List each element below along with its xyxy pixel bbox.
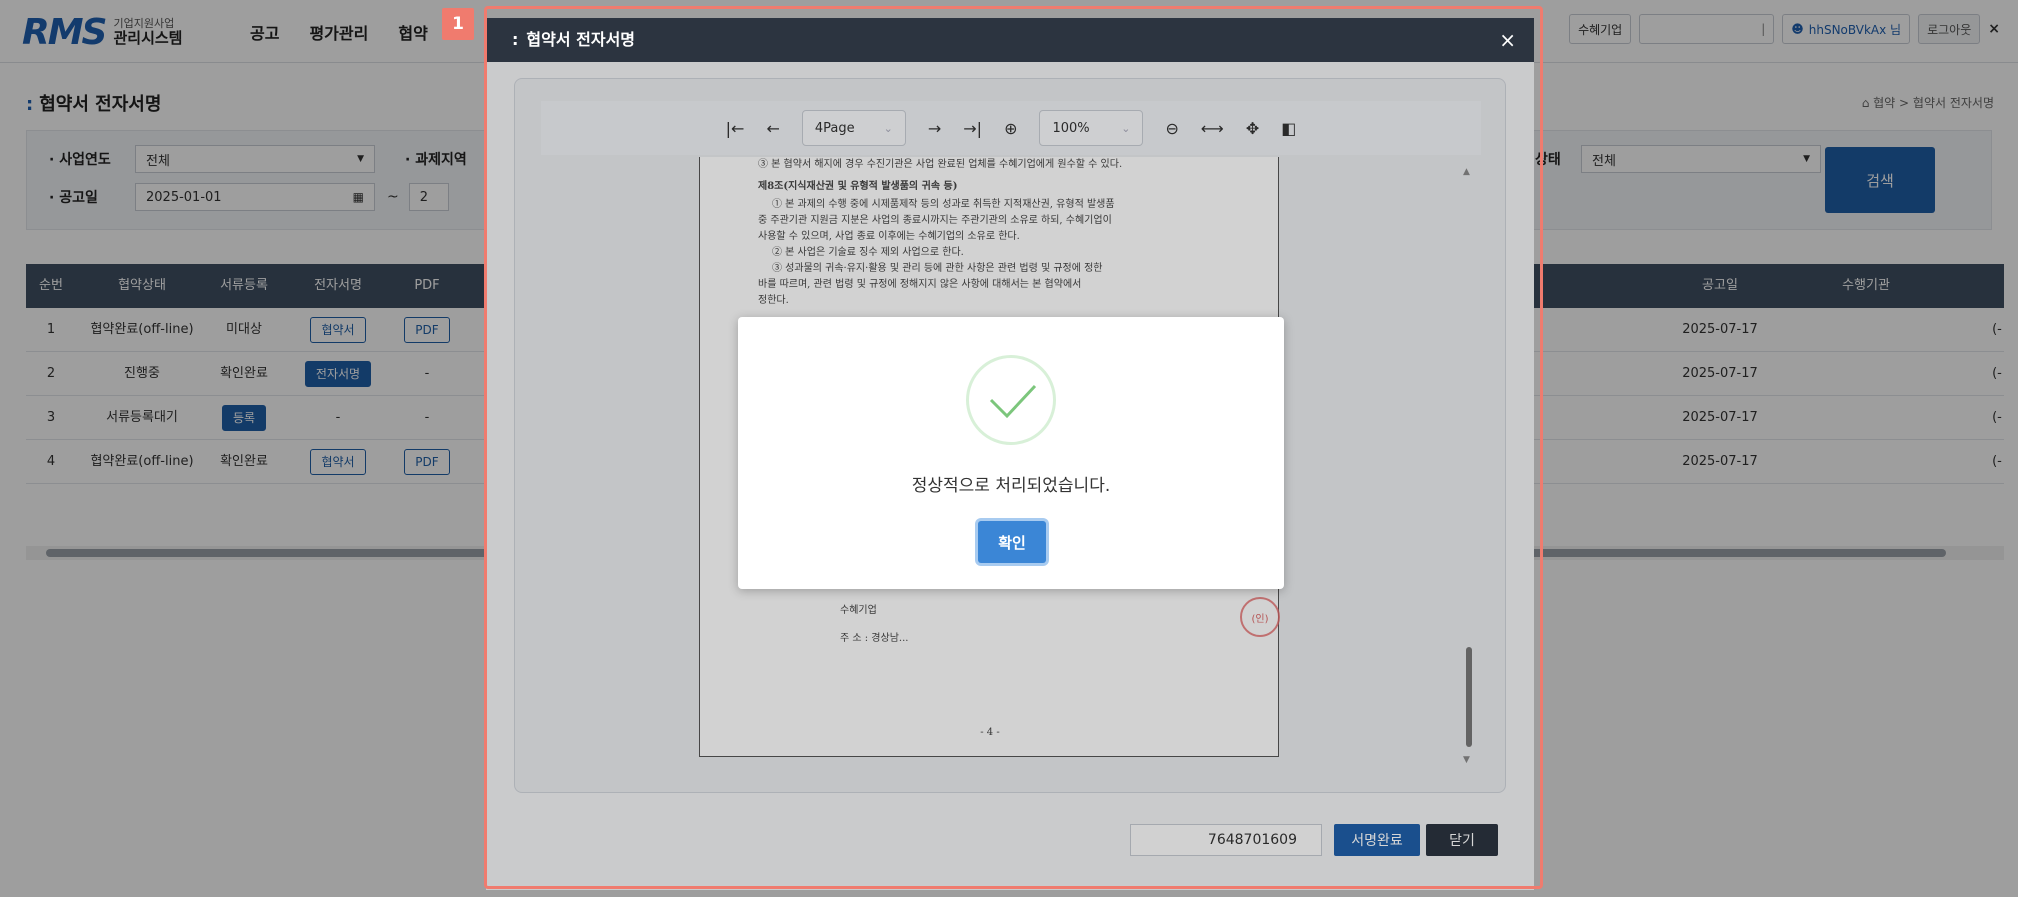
annotation-highlight	[484, 6, 1543, 889]
annotation-badge: 1	[442, 8, 474, 40]
